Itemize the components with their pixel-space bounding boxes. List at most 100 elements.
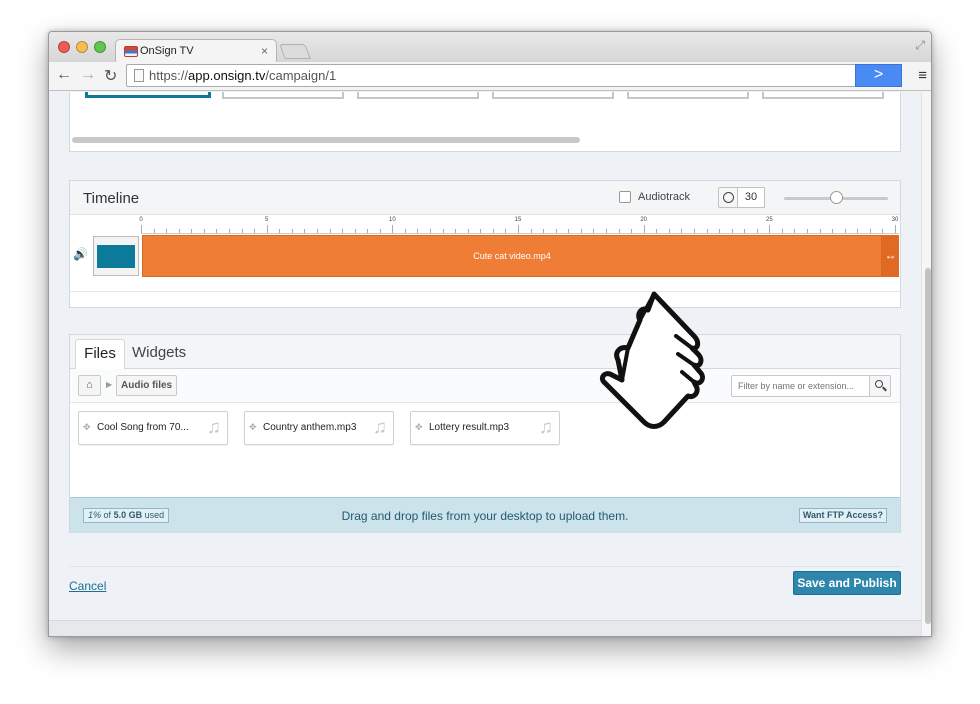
close-window-button[interactable]	[58, 41, 70, 53]
onsign-favicon-icon	[124, 46, 138, 57]
ruler-tick	[744, 229, 746, 233]
vertical-scrollbar[interactable]	[921, 92, 931, 636]
slide-thumbnail[interactable]	[357, 92, 479, 99]
ruler-tick	[304, 229, 306, 233]
ruler-tick	[166, 229, 168, 233]
ruler-tick	[832, 229, 834, 233]
browser-menu-icon[interactable]: ≡	[918, 67, 927, 84]
ruler-tick	[769, 225, 771, 233]
files-toolbar: ⌂ ▶ Audio files	[70, 369, 900, 403]
ruler-tick	[291, 229, 293, 233]
file-item[interactable]: ✥ Country anthem.mp3 ♫	[244, 411, 394, 445]
forward-button[interactable]: →	[80, 66, 96, 84]
ruler-tick	[593, 229, 595, 233]
ruler-label: 30	[891, 217, 899, 223]
go-button[interactable]: >	[855, 64, 902, 87]
back-button[interactable]: ←	[56, 66, 72, 84]
tab-files[interactable]: Files	[75, 339, 125, 370]
zoom-slider-handle[interactable]	[830, 191, 843, 204]
reload-button[interactable]: ↻	[104, 66, 117, 86]
horizontal-scrollbar[interactable]	[72, 137, 580, 143]
page-icon	[134, 69, 144, 82]
home-icon[interactable]: ⌂	[78, 375, 101, 396]
file-name: Country anthem.mp3	[263, 422, 357, 433]
scrollbar-thumb[interactable]	[925, 268, 931, 624]
browser-window: OnSign TV × ⤢ ← → ↻ https://app.onsign.t…	[48, 31, 932, 637]
ruler-tick	[518, 225, 519, 233]
cancel-link[interactable]: Cancel	[69, 579, 106, 593]
tab-title: OnSign TV	[140, 45, 194, 57]
file-item[interactable]: ✥ Lottery result.mp3 ♫	[410, 411, 560, 445]
ruler-tick	[367, 229, 369, 233]
timeline-clip[interactable]: Cute cat video.mp4	[142, 235, 882, 277]
ruler-tick	[442, 229, 444, 233]
ruler-tick	[781, 229, 783, 233]
upload-dropzone[interactable]: 1% of 5.0 GB used Drag and drop files fr…	[70, 497, 900, 533]
page-footer-strip	[49, 620, 921, 636]
drag-handle-icon[interactable]: ✥	[415, 422, 423, 433]
clock-icon	[718, 187, 738, 208]
url-text: https://app.onsign.tv/campaign/1	[149, 68, 337, 83]
slide-thumbnail[interactable]	[85, 92, 211, 98]
hand-cursor-icon	[599, 291, 705, 429]
ruler-tick	[530, 229, 532, 233]
filter-input[interactable]	[731, 375, 870, 397]
ruler-tick	[316, 229, 318, 233]
ruler-tick	[580, 229, 582, 233]
zoom-window-button[interactable]	[94, 41, 106, 53]
slide-thumbnail[interactable]	[492, 92, 614, 99]
address-bar[interactable]: https://app.onsign.tv/campaign/1	[126, 64, 902, 87]
title-bar: OnSign TV × ⤢	[49, 32, 931, 63]
speaker-icon[interactable]: 🔊	[73, 247, 88, 261]
ruler-tick	[656, 229, 658, 233]
audiotrack-checkbox[interactable]	[619, 191, 631, 203]
ruler-tick	[568, 229, 570, 233]
ftp-access-button[interactable]: Want FTP Access?	[798, 508, 887, 523]
ruler-tick	[492, 229, 494, 233]
drop-message: Drag and drop files from your desktop to…	[341, 509, 629, 523]
ruler-tick	[794, 229, 796, 233]
ruler-label: 15	[514, 217, 522, 223]
breadcrumb[interactable]: Audio files	[116, 375, 178, 396]
ruler-tick	[869, 229, 871, 233]
ruler-tick	[844, 229, 846, 233]
audiotrack-label[interactable]: Audiotrack	[638, 191, 690, 203]
ruler-tick	[681, 229, 683, 233]
browser-toolbar: ← → ↻ https://app.onsign.tv/campaign/1 >…	[49, 62, 931, 91]
timeline-divider	[70, 291, 900, 292]
slide-thumbnail[interactable]	[222, 92, 344, 99]
ruler-tick	[329, 229, 331, 233]
drag-handle-icon[interactable]: ✥	[249, 422, 257, 433]
save-and-publish-button[interactable]: Save and Publish	[793, 571, 901, 595]
breadcrumb-separator-icon: ▶	[106, 380, 113, 389]
file-item[interactable]: ✥ Cool Song from 70... ♫	[78, 411, 228, 445]
ruler-label: 0	[139, 217, 143, 223]
ruler-tick	[480, 229, 482, 233]
new-tab-button[interactable]	[279, 44, 311, 59]
tab-close-icon[interactable]: ×	[261, 44, 268, 58]
media-tabs: Files Widgets	[70, 335, 900, 370]
minimize-window-button[interactable]	[76, 41, 88, 53]
duration-input[interactable]: 30	[737, 187, 765, 208]
ruler-tick	[178, 229, 180, 233]
file-name: Lottery result.mp3	[429, 422, 510, 433]
ruler-tick	[228, 229, 230, 233]
ruler-tick	[379, 229, 381, 233]
time-ruler: 0 5 10 15 20 25 30	[139, 216, 899, 234]
slide-thumbnail[interactable]	[762, 92, 884, 99]
clip-resize-handle[interactable]: ↔	[882, 235, 899, 277]
ruler-tick	[895, 225, 896, 233]
browser-tab[interactable]: OnSign TV ×	[115, 39, 277, 63]
ruler-tick	[254, 229, 256, 233]
ruler-tick	[430, 229, 432, 233]
ruler-tick	[668, 229, 670, 233]
fullscreen-icon[interactable]: ⤢	[915, 38, 925, 53]
search-icon[interactable]	[869, 375, 891, 397]
file-name: Cool Song from 70...	[97, 422, 189, 433]
media-browser-panel: Files Widgets ⌂ ▶ Audio files ✥ Cool Son…	[69, 334, 901, 533]
ruler-tick	[631, 229, 633, 233]
tab-widgets[interactable]: Widgets	[132, 344, 186, 361]
slide-thumbnail[interactable]	[627, 92, 749, 99]
ruler-tick	[543, 229, 545, 233]
drag-handle-icon[interactable]: ✥	[83, 422, 91, 433]
